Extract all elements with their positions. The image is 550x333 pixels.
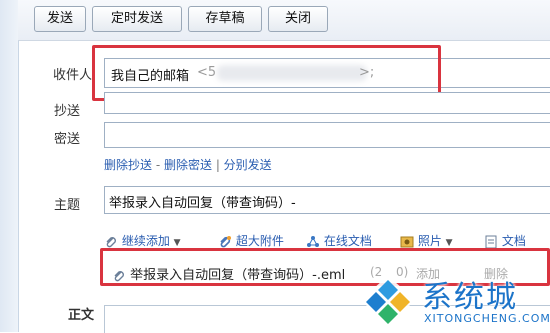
bcc-field[interactable]	[104, 122, 550, 148]
bcc-label: 密送	[53, 132, 80, 147]
recipient-label: 收件人	[52, 68, 92, 83]
document-icon	[485, 235, 497, 248]
watermark-domain: XITONGCHENG.COM	[424, 312, 550, 325]
left-sidebar-strip	[0, 0, 19, 332]
subject-value: 举报录入自动回复（带查询码）-	[109, 196, 296, 211]
online-doc-icon	[307, 235, 319, 247]
photo-label: 照片	[417, 234, 442, 248]
continue-add-label: 继续添加	[121, 234, 170, 248]
large-paperclip-icon	[220, 235, 231, 247]
photo-dropdown-arrow-icon[interactable]: ▼	[446, 238, 453, 248]
large-attachment-button[interactable]: 超大附件	[218, 232, 284, 249]
document-label: 文档	[501, 234, 526, 248]
subject-field[interactable]: 举报录入自动回复（带查询码）-	[104, 186, 550, 214]
document-button[interactable]: 文档	[484, 232, 526, 249]
scheduled-send-button[interactable]: 定时发送	[92, 6, 182, 32]
watermark: 系统城 XITONGCHENG.COM	[356, 270, 550, 332]
subject-label: 主题	[53, 198, 80, 213]
watermark-brand: 系统城	[422, 280, 518, 315]
watermark-logo-icon	[360, 276, 416, 324]
photo-icon	[400, 236, 414, 247]
online-doc-button[interactable]: 在线文档	[306, 232, 372, 249]
separate-send-link[interactable]: 分别发送	[224, 158, 272, 172]
continue-add-button[interactable]: 继续添加 ▼	[104, 232, 181, 249]
dropdown-arrow-icon[interactable]: ▼	[174, 238, 181, 248]
delete-bcc-link[interactable]: 删除密送	[164, 158, 212, 172]
body-label: 正文	[67, 308, 94, 323]
cc-label: 抄送	[53, 104, 80, 119]
save-draft-button[interactable]: 存草稿	[188, 6, 262, 32]
close-button[interactable]: 关闭	[268, 6, 328, 32]
cc-field[interactable]	[104, 92, 550, 114]
large-attachment-label: 超大附件	[235, 234, 284, 248]
cc-bcc-links: 删除抄送 - 删除密送 | 分别发送	[104, 156, 272, 173]
photo-button[interactable]: 照片 ▼	[400, 232, 453, 249]
online-doc-label: 在线文档	[323, 234, 372, 248]
delete-cc-link[interactable]: 删除抄送	[104, 158, 152, 172]
link-separator-pipe: |	[212, 158, 224, 172]
compose-toolbar: 发送 定时发送 存草稿 关闭	[18, 0, 550, 41]
link-separator-dash: -	[152, 158, 164, 172]
paperclip-icon	[106, 236, 116, 247]
send-button[interactable]: 发送	[34, 6, 86, 32]
